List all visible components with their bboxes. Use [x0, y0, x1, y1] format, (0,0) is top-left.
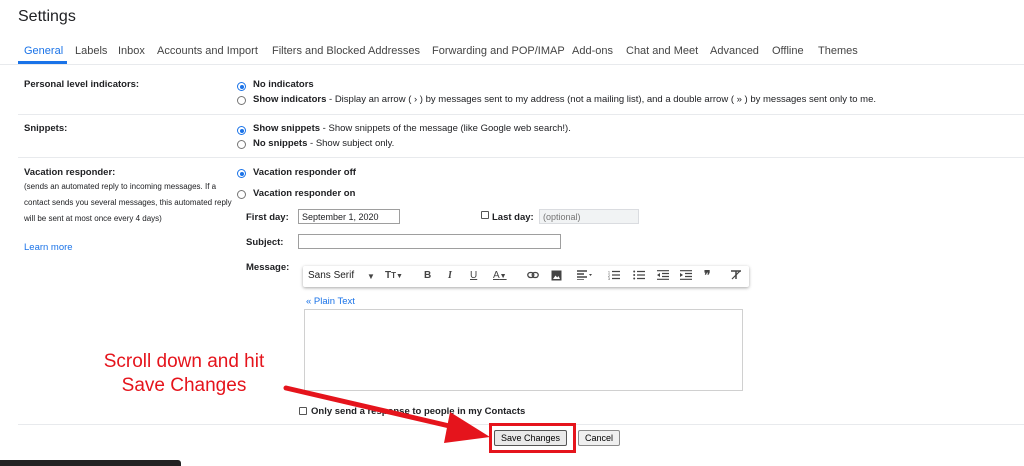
- last-day-checkbox[interactable]: [481, 211, 489, 219]
- tab-offline[interactable]: Offline: [772, 45, 804, 57]
- tab-themes[interactable]: Themes: [818, 45, 858, 57]
- remove-formatting-icon[interactable]: [730, 270, 742, 283]
- radio-no-indicators[interactable]: [237, 82, 246, 91]
- highlight-box: [489, 423, 576, 453]
- radio-show-indicators[interactable]: [237, 96, 246, 105]
- message-label: Message:: [246, 262, 290, 273]
- underline-icon[interactable]: U: [470, 270, 477, 281]
- bottom-bar: [0, 460, 181, 466]
- font-dropdown-caret-icon[interactable]: ▼: [367, 272, 375, 281]
- annotation-text: Scroll down and hit Save Changes: [103, 351, 265, 396]
- radio-vacation-on[interactable]: [237, 190, 246, 199]
- option-no-snippets: No snippets - Show subject only.: [253, 138, 395, 149]
- vacation-description: (sends an automated reply to incoming me…: [24, 182, 232, 223]
- plain-text-link[interactable]: « Plain Text: [306, 296, 355, 307]
- radio-vacation-off[interactable]: [237, 169, 246, 178]
- first-day-label: First day:: [246, 212, 289, 223]
- svg-text:3: 3: [608, 277, 610, 280]
- page-title: Settings: [18, 8, 76, 25]
- radio-show-snippets[interactable]: [237, 126, 246, 135]
- settings-tabs: General Labels Inbox Accounts and Import…: [0, 42, 1024, 65]
- option-no-indicators: No indicators: [253, 79, 314, 90]
- learn-more-link[interactable]: Learn more: [24, 242, 73, 253]
- section-divider: [18, 114, 1024, 115]
- last-day-input[interactable]: [539, 209, 639, 224]
- radio-no-snippets[interactable]: [237, 140, 246, 149]
- tab-general[interactable]: General: [24, 45, 63, 57]
- text-color-icon[interactable]: A▼: [493, 270, 507, 281]
- option-show-snippets: Show snippets - Show snippets of the mes…: [253, 123, 571, 134]
- first-day-input[interactable]: [298, 209, 400, 224]
- tab-accounts-import[interactable]: Accounts and Import: [157, 45, 258, 57]
- cancel-button[interactable]: Cancel: [578, 430, 621, 446]
- tab-inbox[interactable]: Inbox: [118, 45, 145, 57]
- tab-forwarding[interactable]: Forwarding and POP/IMAP: [432, 45, 565, 57]
- formatting-toolbar: Sans Serif ▼ TT▼ B I U A▼ 123 ❞: [303, 266, 749, 287]
- font-size-icon[interactable]: TT▼: [385, 270, 403, 281]
- numbered-list-icon[interactable]: 123: [608, 270, 620, 283]
- link-icon[interactable]: [527, 270, 539, 283]
- message-editor[interactable]: [304, 309, 743, 391]
- image-icon[interactable]: [551, 270, 562, 284]
- annotation-arrow-icon: [283, 385, 490, 443]
- section-divider: [18, 157, 1024, 158]
- align-icon[interactable]: [577, 270, 593, 283]
- bulleted-list-icon[interactable]: [633, 270, 645, 283]
- quote-icon[interactable]: ❞: [704, 268, 710, 282]
- vacation-label: Vacation responder:: [24, 167, 116, 178]
- font-family-select[interactable]: Sans Serif: [308, 270, 354, 281]
- tab-add-ons[interactable]: Add-ons: [572, 45, 613, 57]
- last-day-label: Last day:: [492, 212, 534, 223]
- tab-labels[interactable]: Labels: [75, 45, 107, 57]
- active-tab-indicator: [18, 61, 67, 64]
- bold-icon[interactable]: B: [424, 270, 431, 281]
- indent-more-icon[interactable]: [680, 270, 692, 283]
- subject-label: Subject:: [246, 237, 284, 248]
- subject-input[interactable]: [298, 234, 561, 249]
- option-show-indicators: Show indicators - Display an arrow ( › )…: [253, 94, 877, 105]
- personal-level-label: Personal level indicators:: [24, 79, 140, 90]
- tab-filters[interactable]: Filters and Blocked Addresses: [272, 45, 420, 57]
- snippets-label: Snippets:: [24, 123, 68, 134]
- italic-icon[interactable]: I: [448, 270, 452, 281]
- indent-less-icon[interactable]: [657, 270, 669, 283]
- tab-chat-meet[interactable]: Chat and Meet: [626, 45, 698, 57]
- option-vacation-on: Vacation responder on: [253, 188, 356, 199]
- option-vacation-off: Vacation responder off: [253, 167, 356, 178]
- tab-advanced[interactable]: Advanced: [710, 45, 759, 57]
